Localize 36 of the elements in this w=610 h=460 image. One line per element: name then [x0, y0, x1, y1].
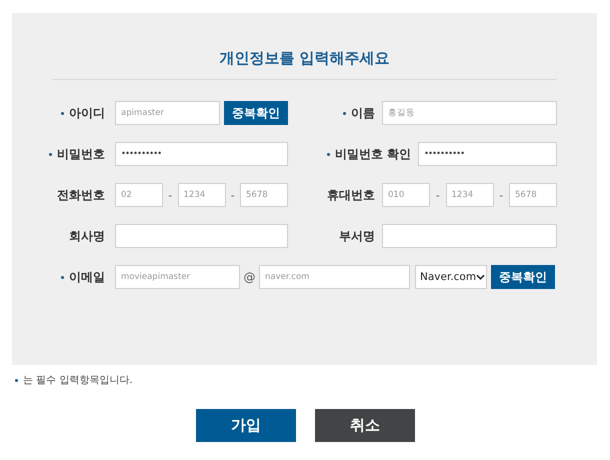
- phone-input-field[interactable]: 02: [115, 183, 163, 207]
- field-label: 비밀번호: [57, 146, 105, 162]
- field-label: 휴대번호: [327, 186, 375, 204]
- field-label: 비밀번호 확인: [334, 146, 411, 162]
- duplicate-check-button[interactable]: 중복확인: [224, 101, 288, 125]
- phone-input-field[interactable]: 5678: [240, 183, 288, 207]
- email-id-field[interactable]: movieapimaster: [115, 265, 240, 289]
- field-label: 이메일: [69, 268, 105, 286]
- dash-separator: -: [498, 188, 504, 202]
- password-field[interactable]: ••••••••••: [115, 142, 288, 166]
- required-note: 는 필수 입력항목입니다.: [23, 374, 133, 387]
- input-field[interactable]: apimaster: [115, 101, 220, 125]
- chevron-down-icon: [476, 274, 486, 280]
- dash-separator: -: [230, 188, 236, 202]
- at-sign: @: [242, 270, 256, 284]
- dash-separator: -: [167, 188, 174, 202]
- field-label: 부서명: [339, 228, 375, 244]
- field-label: 전화번호: [57, 186, 105, 204]
- domain-select[interactable]: Naver.com: [415, 265, 487, 289]
- field-label: 이름: [351, 104, 375, 122]
- email-domain-field[interactable]: naver.com: [259, 265, 410, 289]
- join-button[interactable]: 가입: [196, 409, 296, 442]
- dash-separator: -: [434, 188, 441, 202]
- cancel-button[interactable]: 취소: [315, 409, 415, 442]
- form-title: 개인정보를 입력해주세요: [52, 49, 557, 80]
- input-field[interactable]: 홍길동: [382, 101, 557, 125]
- input-field[interactable]: [382, 224, 557, 248]
- duplicate-check-button[interactable]: 중복확인: [491, 265, 555, 289]
- phone-input-field[interactable]: 010: [382, 183, 430, 207]
- phone-input-field[interactable]: 1234: [178, 183, 226, 207]
- field-label: 회사명: [69, 228, 105, 244]
- phone-input-field[interactable]: 1234: [446, 183, 494, 207]
- phone-input-field[interactable]: 5678: [509, 183, 557, 207]
- password-field[interactable]: ••••••••••: [418, 142, 557, 166]
- input-field[interactable]: [115, 224, 288, 248]
- field-label: 아이디: [69, 104, 105, 122]
